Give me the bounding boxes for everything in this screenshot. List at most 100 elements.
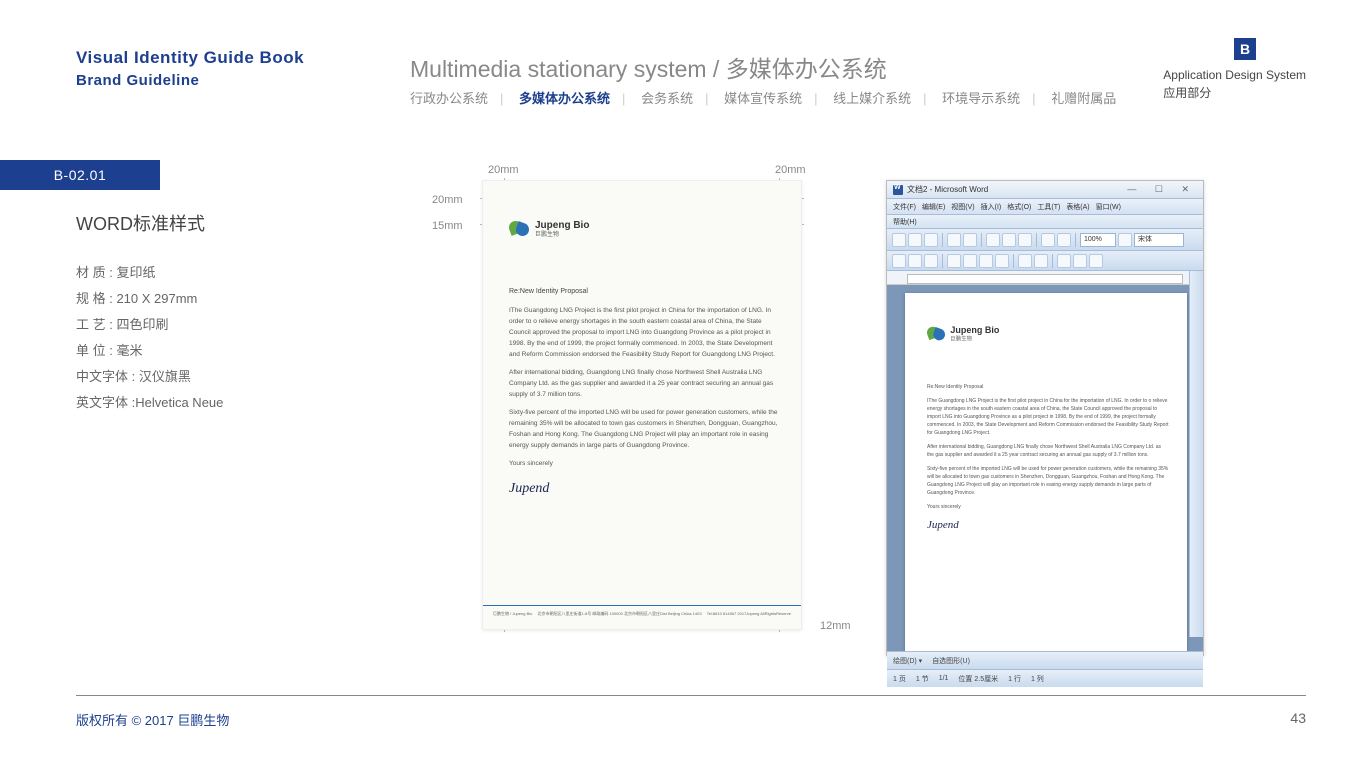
brand-guideline: Brand Guideline (76, 72, 304, 89)
menu-item[interactable]: 编辑(E) (922, 202, 945, 212)
logo-icon (509, 219, 529, 239)
redo-icon[interactable] (1057, 233, 1071, 247)
doc-closing: Yours sincerely (509, 458, 781, 469)
status-sec: 1 节 (916, 674, 929, 684)
italic-icon[interactable] (908, 254, 922, 268)
new-doc-icon[interactable] (892, 233, 906, 247)
signature: Jupend (509, 477, 781, 501)
status-line: 1 行 (1008, 674, 1021, 684)
window-controls[interactable]: — ☐ ✕ (1127, 184, 1197, 195)
system-title: Multimedia stationary system / 多媒体办公系统 (410, 50, 887, 84)
spec-font-cn: 中文字体 : 汉仪旗黑 (76, 364, 223, 390)
word-title: 文档2 - Microsoft Word (907, 184, 988, 195)
help-icon[interactable] (1118, 233, 1132, 247)
spec-list: 材 质 : 复印纸 规 格 : 210 X 297mm 工 艺 : 四色印刷 单… (76, 260, 223, 416)
menu-item[interactable]: 工具(T) (1037, 202, 1060, 212)
save-icon[interactable] (924, 233, 938, 247)
nav-item[interactable]: 线上媒介系统 (833, 88, 911, 107)
word-canvas[interactable]: Jupeng Bio巨鹏生物 Re:New Identity Proposal … (887, 285, 1203, 651)
signature: Jupend (927, 517, 1169, 535)
font-dropdown[interactable]: 宋体 (1134, 233, 1184, 247)
nav-item[interactable]: 环境导示系统 (942, 88, 1020, 107)
status-pos: 位置 2.5厘米 (958, 674, 998, 684)
justify-icon[interactable] (995, 254, 1009, 268)
menu-item[interactable]: 插入(I) (981, 202, 1002, 212)
status-pages: 1/1 (939, 675, 949, 682)
draw-btn[interactable]: 绘图(D) ▾ (893, 656, 922, 666)
word-page[interactable]: Jupeng Bio巨鹏生物 Re:New Identity Proposal … (905, 293, 1187, 651)
margin-label: 20mm (488, 164, 519, 176)
doc-paragraph: IThe Guangdong LNG Project is the first … (509, 305, 781, 360)
preview-icon[interactable] (963, 233, 977, 247)
outdent-icon[interactable] (1073, 254, 1087, 268)
section-letter-badge: B (1234, 38, 1256, 60)
nav-item-active[interactable]: 多媒体办公系统 (519, 88, 610, 107)
autoshape-btn[interactable]: 自选图形(U) (932, 656, 970, 666)
word-ruler[interactable] (887, 271, 1203, 285)
margin-label: 15mm (432, 220, 463, 232)
doc-subject: Re:New Identity Proposal (927, 383, 1169, 391)
doc-subject: Re:New Identity Proposal (509, 286, 781, 298)
word-format-toolbar (887, 251, 1203, 271)
document-body: Re:New Identity Proposal IThe Guangdong … (509, 286, 781, 500)
doc-closing: Yours sincerely (927, 503, 1169, 511)
footer-divider (76, 695, 1306, 696)
letterhead-preview: Jupeng Bio巨鹏生物 Re:New Identity Proposal … (482, 180, 802, 630)
document-body: Re:New Identity Proposal IThe Guangdong … (927, 383, 1169, 535)
margin-label: 20mm (432, 194, 463, 206)
spec-unit: 单 位 : 毫米 (76, 338, 223, 364)
status-col: 1 列 (1031, 674, 1044, 684)
ms-word-window: 文档2 - Microsoft Word — ☐ ✕ 文件(F) 编辑(E) 视… (886, 180, 1204, 656)
word-statusbar-2: 1 页 1 节 1/1 位置 2.5厘米 1 行 1 列 (887, 669, 1203, 687)
scrollbar-vertical[interactable] (1189, 271, 1203, 637)
menu-help[interactable]: 帮助(H) (893, 217, 917, 227)
menu-item[interactable]: 表格(A) (1066, 202, 1089, 212)
paste-icon[interactable] (1018, 233, 1032, 247)
menu-item[interactable]: 视图(V) (951, 202, 974, 212)
doc-paragraph: IThe Guangdong LNG Project is the first … (927, 397, 1169, 437)
word-app-icon (893, 185, 903, 195)
section-title: WORD标准样式 (76, 210, 205, 236)
menu-item[interactable]: 窗口(W) (1096, 202, 1121, 212)
align-right-icon[interactable] (979, 254, 993, 268)
underline-icon[interactable] (924, 254, 938, 268)
menu-item[interactable]: 文件(F) (893, 202, 916, 212)
indent-icon[interactable] (1057, 254, 1071, 268)
header-left: Visual Identity Guide Book Brand Guideli… (76, 48, 304, 89)
copy-icon[interactable] (1002, 233, 1016, 247)
font-color-icon[interactable] (1089, 254, 1103, 268)
section-code-badge: B-02.01 (0, 160, 160, 190)
open-icon[interactable] (908, 233, 922, 247)
bullets-icon[interactable] (1018, 254, 1032, 268)
page-number: 43 (1290, 710, 1306, 726)
align-center-icon[interactable] (963, 254, 977, 268)
spec-size: 规 格 : 210 X 297mm (76, 286, 223, 312)
cut-icon[interactable] (986, 233, 1000, 247)
print-icon[interactable] (947, 233, 961, 247)
category-nav: 行政办公系统| 多媒体办公系统| 会务系统| 媒体宣传系统| 线上媒介系统| 环… (410, 88, 1116, 107)
nav-item[interactable]: 行政办公系统 (410, 88, 488, 107)
bold-icon[interactable] (892, 254, 906, 268)
doc-paragraph: Sixty-five percent of the imported LNG w… (509, 407, 781, 451)
word-titlebar: 文档2 - Microsoft Word — ☐ ✕ (887, 181, 1203, 199)
nav-item[interactable]: 会务系统 (641, 88, 693, 107)
numbering-icon[interactable] (1034, 254, 1048, 268)
zoom-dropdown[interactable]: 100% (1080, 233, 1116, 247)
status-page: 1 页 (893, 674, 906, 684)
margin-label: 20mm (775, 164, 806, 176)
menu-item[interactable]: 格式(O) (1007, 202, 1031, 212)
nav-item[interactable]: 媒体宣传系统 (724, 88, 802, 107)
app-system-label: Application Design System 应用部分 (1163, 66, 1306, 102)
spec-process: 工 艺 : 四色印刷 (76, 312, 223, 338)
logo-icon (927, 325, 945, 343)
undo-icon[interactable] (1041, 233, 1055, 247)
margin-label: 12mm (820, 620, 851, 632)
word-menubar-2: 帮助(H) (887, 215, 1203, 229)
align-left-icon[interactable] (947, 254, 961, 268)
spec-material: 材 质 : 复印纸 (76, 260, 223, 286)
doc-paragraph: Sixty-five percent of the imported LNG w… (927, 465, 1169, 497)
word-toolbar: 100% 宋体 (887, 229, 1203, 251)
nav-item[interactable]: 礼赠附属品 (1051, 88, 1116, 107)
company-logo: Jupeng Bio巨鹏生物 (509, 219, 589, 239)
spec-font-en: 英文字体 :Helvetica Neue (76, 390, 223, 416)
